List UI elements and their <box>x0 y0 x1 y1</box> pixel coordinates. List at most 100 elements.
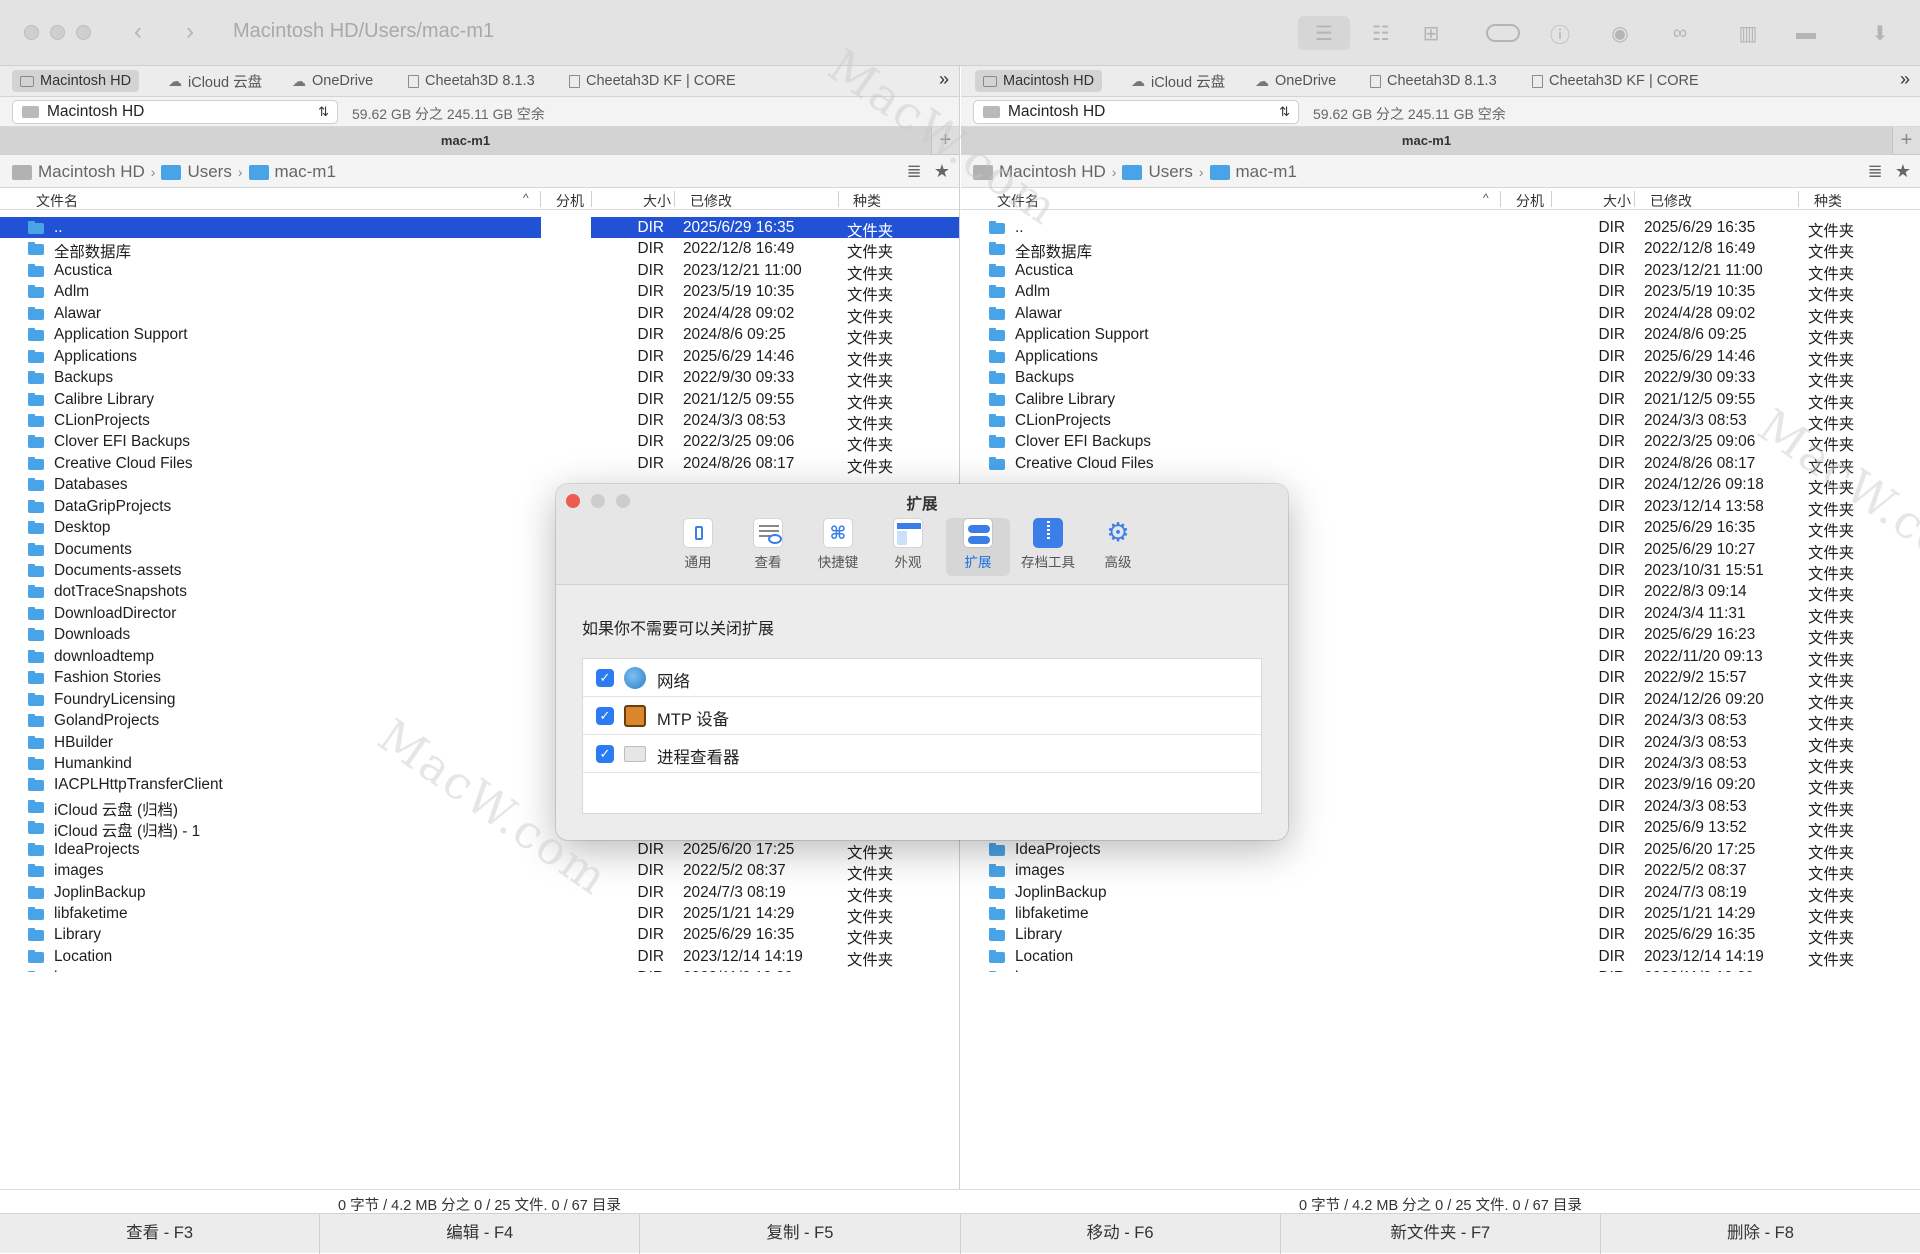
file-row[interactable]: JoplinBackup DIR 2024/7/3 08:19 文件夹 <box>961 882 1920 905</box>
file-row[interactable]: Application Support DIR 2024/8/6 09:25 文件夹 <box>961 324 1920 347</box>
file-row[interactable]: CLionProjects DIR 2024/3/3 08:53 文件夹 <box>0 410 959 433</box>
col-modified[interactable]: 已修改 <box>690 191 732 211</box>
star-icon[interactable]: ★ <box>1892 161 1914 181</box>
file-row[interactable]: IdeaProjects DIR 2025/6/20 17:25 文件夹 <box>0 839 959 862</box>
file-row[interactable]: images DIR 2022/5/2 08:37 文件夹 <box>0 860 959 883</box>
col-name[interactable]: 文件名 <box>997 191 1039 211</box>
file-row[interactable]: Acustica DIR 2023/12/21 11:00 文件夹 <box>0 260 959 283</box>
breadcrumb-item[interactable]: mac-m1 <box>275 162 336 182</box>
file-row[interactable]: libfaketime DIR 2025/1/21 14:29 文件夹 <box>0 903 959 926</box>
breadcrumb-item[interactable]: Macintosh HD <box>38 162 145 182</box>
history-list-icon[interactable]: ≣ <box>903 161 925 181</box>
fav-onedrive[interactable]: ☁ OneDrive <box>284 70 381 92</box>
dual-pane-button[interactable]: ▥ <box>1728 16 1768 50</box>
file-row[interactable]: Acustica DIR 2023/12/21 11:00 文件夹 <box>961 260 1920 283</box>
file-row[interactable]: Library DIR 2025/6/29 16:35 文件夹 <box>0 924 959 947</box>
col-size[interactable]: 大小 <box>643 191 671 211</box>
breadcrumb-item[interactable]: Users <box>1148 162 1192 182</box>
col-name[interactable]: 文件名 <box>36 191 78 211</box>
star-icon[interactable]: ★ <box>931 161 953 181</box>
file-row[interactable]: CLionProjects DIR 2024/3/3 08:53 文件夹 <box>961 410 1920 433</box>
fav-cheetah3d-kf[interactable]: Cheetah3D KF | CORE <box>561 70 744 92</box>
fav-icloud[interactable]: ☁ iCloud 云盘 <box>1123 70 1233 92</box>
file-row[interactable]: Calibre Library DIR 2021/12/5 09:55 文件夹 <box>0 389 959 412</box>
col-ext[interactable]: 分机 <box>556 191 584 211</box>
fav-macintosh-hd[interactable]: Macintosh HD <box>12 70 140 92</box>
drive-select[interactable]: Macintosh HD ⇅ <box>973 100 1299 124</box>
file-row[interactable]: JoplinBackup DIR 2024/7/3 08:19 文件夹 <box>0 882 959 905</box>
file-row[interactable]: log DIR 2023/11/6 10:39 文件夹 <box>961 967 1920 972</box>
move-f6-button[interactable]: 移动 - F6 <box>961 1214 1281 1254</box>
tab-mac-m1[interactable]: mac-m1 <box>961 127 1892 155</box>
tab-general[interactable]: 通用 <box>666 518 730 576</box>
copy-f5-button[interactable]: 复制 - F5 <box>640 1214 961 1254</box>
more-favorites-icon[interactable]: » <box>1900 69 1910 90</box>
file-row[interactable]: .. DIR 2025/6/29 16:35 文件夹 <box>0 217 959 240</box>
file-row[interactable]: images DIR 2022/5/2 08:37 文件夹 <box>961 860 1920 883</box>
col-size[interactable]: 大小 <box>1603 191 1631 211</box>
col-modified[interactable]: 已修改 <box>1650 191 1692 211</box>
forward-arrow-icon[interactable]: › <box>186 18 194 46</box>
fav-cheetah3d-kf[interactable]: Cheetah3D KF | CORE <box>1524 70 1707 92</box>
folder-button[interactable]: ▬ <box>1786 16 1826 50</box>
file-row[interactable]: Application Support DIR 2024/8/6 09:25 文件夹 <box>0 324 959 347</box>
file-row[interactable]: Location DIR 2023/12/14 14:19 文件夹 <box>961 946 1920 969</box>
close-window-button[interactable] <box>24 25 39 40</box>
tab-archive-tools[interactable]: 存档工具 <box>1016 518 1080 576</box>
detail-view-button[interactable]: ☷ <box>1360 16 1402 50</box>
list-view-button[interactable]: ☰ <box>1298 16 1350 50</box>
file-row[interactable]: Creative Cloud Files DIR 2024/8/26 08:17 文件… <box>961 453 1920 476</box>
tab-view[interactable]: 查看 <box>736 518 800 576</box>
file-row[interactable]: 全部数据库 DIR 2022/12/8 16:49 文件夹 <box>0 238 959 261</box>
file-row[interactable]: Creative Cloud Files DIR 2024/8/26 08:17 文件… <box>0 453 959 476</box>
file-row[interactable]: Adlm DIR 2023/5/19 10:35 文件夹 <box>0 281 959 304</box>
compare-button[interactable]: ∞ <box>1658 16 1702 50</box>
edit-f4-button[interactable]: 编辑 - F4 <box>320 1214 641 1254</box>
tab-shortcuts[interactable]: ⌘ 快捷键 <box>806 518 870 576</box>
file-row[interactable]: IdeaProjects DIR 2025/6/20 17:25 文件夹 <box>961 839 1920 862</box>
tab-appearance[interactable]: 外观 <box>876 518 940 576</box>
preview-button[interactable]: ◉ <box>1600 16 1640 50</box>
process-viewer-checkbox[interactable]: ✓ <box>596 745 614 763</box>
network-checkbox[interactable]: ✓ <box>596 669 614 687</box>
zoom-window-button[interactable] <box>76 25 91 40</box>
tab-extensions[interactable]: 扩展 <box>946 518 1010 576</box>
file-row[interactable]: Location DIR 2023/12/14 14:19 文件夹 <box>0 946 959 969</box>
file-row[interactable]: .. DIR 2025/6/29 16:35 文件夹 <box>961 217 1920 240</box>
new-tab-button[interactable]: + <box>1892 127 1920 155</box>
file-row[interactable]: 全部数据库 DIR 2022/12/8 16:49 文件夹 <box>961 238 1920 261</box>
mtp-checkbox[interactable]: ✓ <box>596 707 614 725</box>
file-row[interactable]: Library DIR 2025/6/29 16:35 文件夹 <box>961 924 1920 947</box>
more-favorites-icon[interactable]: » <box>939 69 949 90</box>
delete-f8-button[interactable]: 删除 - F8 <box>1601 1214 1920 1254</box>
breadcrumb-item[interactable]: mac-m1 <box>1236 162 1297 182</box>
toggle-hidden-button[interactable] <box>1480 16 1526 50</box>
file-row[interactable]: Backups DIR 2022/9/30 09:33 文件夹 <box>961 367 1920 390</box>
fav-cheetah3d[interactable]: Cheetah3D 8.1.3 <box>1362 70 1505 92</box>
drive-select[interactable]: Macintosh HD ⇅ <box>12 100 338 124</box>
breadcrumb-item[interactable]: Macintosh HD <box>999 162 1106 182</box>
col-ext[interactable]: 分机 <box>1516 191 1544 211</box>
file-row[interactable]: Applications DIR 2025/6/29 14:46 文件夹 <box>0 346 959 369</box>
file-row[interactable]: Alawar DIR 2024/4/28 09:02 文件夹 <box>961 303 1920 326</box>
fav-icloud[interactable]: ☁ iCloud 云盘 <box>160 70 270 92</box>
back-arrow-icon[interactable]: ‹ <box>134 18 142 46</box>
file-row[interactable]: libfaketime DIR 2025/1/21 14:29 文件夹 <box>961 903 1920 926</box>
file-row[interactable]: Clover EFI Backups DIR 2022/3/25 09:06 文件夹 <box>0 431 959 454</box>
file-row[interactable]: Alawar DIR 2024/4/28 09:02 文件夹 <box>0 303 959 326</box>
file-row[interactable]: Applications DIR 2025/6/29 14:46 文件夹 <box>961 346 1920 369</box>
icon-view-button[interactable]: ⊞ <box>1410 16 1452 50</box>
fav-macintosh-hd[interactable]: Macintosh HD <box>975 70 1103 92</box>
new-tab-button[interactable]: + <box>931 127 959 155</box>
file-row[interactable]: Calibre Library DIR 2021/12/5 09:55 文件夹 <box>961 389 1920 412</box>
file-row[interactable]: Adlm DIR 2023/5/19 10:35 文件夹 <box>961 281 1920 304</box>
file-row[interactable]: log DIR 2023/11/6 10:39 文件夹 <box>0 967 959 972</box>
download-button[interactable]: ⬇ <box>1860 16 1900 50</box>
history-list-icon[interactable]: ≣ <box>1864 161 1886 181</box>
info-button[interactable]: ⓘ <box>1540 16 1580 50</box>
minimize-window-button[interactable] <box>50 25 65 40</box>
col-kind[interactable]: 种类 <box>1814 191 1842 211</box>
fav-cheetah3d[interactable]: Cheetah3D 8.1.3 <box>400 70 543 92</box>
tab-mac-m1[interactable]: mac-m1 <box>0 127 931 155</box>
view-f3-button[interactable]: 查看 - F3 <box>0 1214 321 1254</box>
